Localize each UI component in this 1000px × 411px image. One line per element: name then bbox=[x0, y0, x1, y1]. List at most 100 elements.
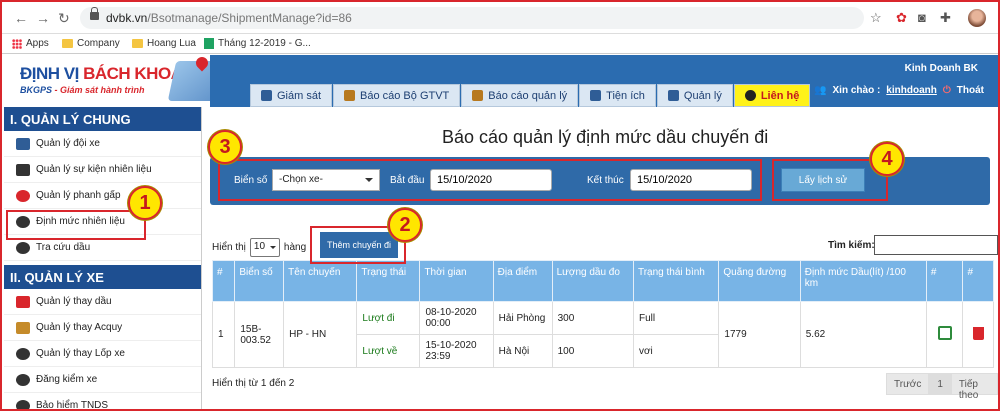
sidebar-section-vehicle[interactable]: II. QUẢN LÝ XE bbox=[4, 265, 201, 289]
truck-icon bbox=[16, 137, 30, 150]
bookmarks-bar: Apps Company Hoang Lua Tháng 12-2019 - G… bbox=[2, 34, 998, 54]
callout-badge-2: 2 bbox=[388, 208, 422, 242]
main-tabs: Giám sát Báo cáo Bộ GTVT Báo cáo quản lý… bbox=[250, 84, 811, 107]
sidebar-item-oil-change[interactable]: Quản lý thay dầu bbox=[4, 289, 201, 315]
col-norm[interactable]: Định mức Dầu(lít) /100 km bbox=[799, 260, 927, 302]
col-route[interactable]: Tên chuyến bbox=[283, 260, 358, 302]
cell-plate: 15B-003.52 bbox=[234, 301, 285, 368]
utility-icon bbox=[590, 90, 602, 101]
inspection-icon bbox=[16, 373, 30, 386]
extension-icon[interactable]: ✿ bbox=[896, 10, 907, 26]
sidebar-item-tire[interactable]: Quản lý thay Lốp xe bbox=[4, 341, 201, 367]
col-place[interactable]: Địa điểm bbox=[492, 260, 553, 302]
camera-icon[interactable]: ◙ bbox=[918, 10, 926, 25]
tab-bao-cao-gtvt[interactable]: Báo cáo Bộ GTVT bbox=[333, 84, 461, 107]
logo-title[interactable]: ĐỊNH VỊ BÁCH KHOA bbox=[20, 64, 183, 84]
sheets-icon bbox=[204, 38, 214, 49]
cell-norm: 5.62 bbox=[799, 301, 927, 368]
cell-route: HP - HN bbox=[283, 301, 358, 368]
page-length-select[interactable]: 10 bbox=[249, 238, 280, 257]
wheel-icon bbox=[16, 241, 30, 254]
sidebar: I. QUẢN LÝ CHUNG Quản lý đội xe Quản lý … bbox=[4, 107, 202, 409]
phone-icon bbox=[744, 90, 756, 101]
company-name: Kinh Doanh BK bbox=[904, 63, 978, 74]
avatar[interactable] bbox=[968, 9, 986, 27]
delete-cell bbox=[962, 301, 994, 368]
tab-tien-ich[interactable]: Tiện ích bbox=[579, 84, 656, 107]
prev-page-button[interactable]: Trước bbox=[886, 373, 930, 395]
folder-icon bbox=[132, 39, 143, 48]
battery-icon bbox=[16, 321, 30, 334]
address-bar[interactable]: dvbk.vn/Bsotmanage/ShipmentManage?id=86 bbox=[80, 7, 864, 29]
cell-status: Lượt đi bbox=[356, 301, 421, 335]
search-label: Tìm kiếm: bbox=[828, 240, 875, 251]
bookmark-sheet[interactable]: Tháng 12-2019 - G... bbox=[204, 38, 311, 49]
forward-icon[interactable]: → bbox=[36, 10, 50, 26]
url-text: dvbk.vn/Bsotmanage/ShipmentManage?id=86 bbox=[106, 11, 352, 25]
apps-icon bbox=[12, 38, 22, 49]
puzzle-icon[interactable]: ✚ bbox=[940, 10, 951, 26]
user-greeting: 👥 Xin chào : kinhdoanh ⏻ Thoát bbox=[814, 85, 984, 96]
col-edit[interactable]: # bbox=[925, 260, 964, 302]
sidebar-item-fleet[interactable]: Quản lý đội xe bbox=[4, 131, 201, 157]
edit-icon[interactable] bbox=[937, 326, 952, 340]
col-distance[interactable]: Quãng đường bbox=[718, 260, 801, 302]
callout-badge-3: 3 bbox=[208, 130, 242, 164]
star-icon[interactable]: ☆ bbox=[870, 10, 882, 26]
col-status[interactable]: Trạng thái bbox=[356, 260, 421, 302]
search-input[interactable] bbox=[874, 235, 998, 255]
callout-box-3 bbox=[218, 159, 762, 201]
cell-distance: 1779 bbox=[718, 301, 801, 368]
cell-place: Hải Phòng bbox=[492, 301, 553, 335]
tab-giam-sat[interactable]: Giám sát bbox=[250, 84, 333, 107]
sidebar-item-insurance[interactable]: Bảo hiểm TNDS bbox=[4, 393, 201, 409]
report-icon bbox=[344, 90, 356, 101]
page-length-control: Hiển thị 10 hàng bbox=[212, 238, 306, 257]
sidebar-section-general[interactable]: I. QUẢN LÝ CHUNG bbox=[4, 107, 201, 131]
reload-icon[interactable]: ↻ bbox=[58, 10, 70, 27]
cell-time: 15-10-2020 23:59 bbox=[419, 334, 494, 368]
cell-tank: vơi bbox=[632, 334, 720, 368]
bookmark-company[interactable]: Company bbox=[62, 38, 120, 49]
col-time[interactable]: Thời gian bbox=[419, 260, 494, 302]
trash-icon[interactable] bbox=[972, 326, 984, 340]
cell-fuel: 100 bbox=[551, 334, 634, 368]
table-header-row: # Biển số Tên chuyến Trạng thái Thời gia… bbox=[211, 260, 994, 302]
tab-lien-he[interactable]: Liên hệ bbox=[733, 84, 811, 107]
col-plate[interactable]: Biển số bbox=[234, 260, 285, 302]
bookmark-hoang-lua[interactable]: Hoang Lua bbox=[132, 38, 196, 49]
col-tank[interactable]: Trạng thái bình bbox=[632, 260, 720, 302]
sidebar-item-battery[interactable]: Quản lý thay Acquy bbox=[4, 315, 201, 341]
insurance-icon bbox=[16, 399, 30, 409]
sidebar-item-brake[interactable]: Quản lý phanh gấp bbox=[4, 183, 201, 209]
col-index[interactable]: # bbox=[211, 260, 236, 302]
table-info: Hiển thị từ 1 đến 2 bbox=[212, 378, 295, 389]
bookmark-apps[interactable]: Apps bbox=[12, 38, 49, 49]
edit-cell bbox=[925, 301, 964, 368]
cell-place: Hà Nội bbox=[492, 334, 553, 368]
tab-bao-cao-quan-ly[interactable]: Báo cáo quản lý bbox=[461, 84, 579, 107]
sidebar-item-inspection[interactable]: Đăng kiểm xe bbox=[4, 367, 201, 393]
username-link[interactable]: kinhdoanh bbox=[886, 85, 937, 96]
table-row[interactable]: 1 15B-003.52 HP - HN Lượt đi 08-10-2020 … bbox=[211, 301, 994, 368]
callout-box-1 bbox=[6, 210, 146, 240]
pagination: Trước 1 Tiếp theo bbox=[886, 373, 998, 401]
logout-icon: ⏻ bbox=[942, 85, 951, 96]
callout-badge-4: 4 bbox=[870, 142, 904, 176]
logout-link[interactable]: Thoát bbox=[957, 85, 984, 96]
col-delete[interactable]: # bbox=[962, 260, 994, 302]
logo-subtitle: BKGPS - Giám sát hành trình bbox=[20, 85, 145, 95]
brake-icon bbox=[16, 189, 30, 202]
back-icon[interactable]: ← bbox=[14, 10, 28, 26]
tab-quan-ly[interactable]: Quản lý bbox=[656, 84, 733, 107]
col-fuel[interactable]: Lượng dầu đo bbox=[551, 260, 634, 302]
page-1-button[interactable]: 1 bbox=[929, 373, 951, 395]
cell-time: 08-10-2020 00:00 bbox=[419, 301, 494, 335]
folder-icon bbox=[62, 39, 73, 48]
cell-status: Lượt về bbox=[356, 334, 421, 368]
cell-tank: Full bbox=[632, 301, 720, 335]
next-page-button[interactable]: Tiếp theo bbox=[950, 373, 998, 401]
callout-badge-1: 1 bbox=[128, 186, 162, 220]
lock-icon bbox=[90, 7, 99, 20]
sidebar-item-fuel-events[interactable]: Quản lý sự kiện nhiên liệu bbox=[4, 157, 201, 183]
